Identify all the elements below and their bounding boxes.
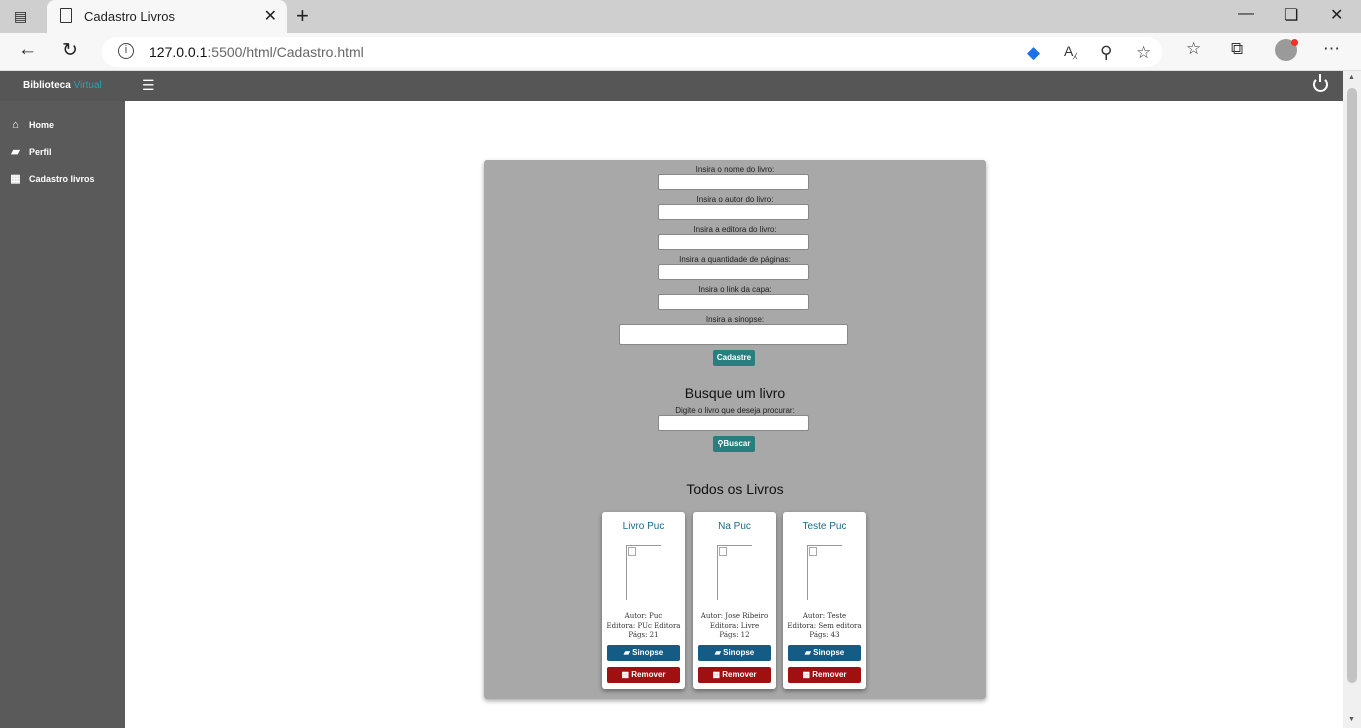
tag-icon[interactable]: ◆ — [1027, 43, 1040, 63]
sidebar-item-label: Perfil — [29, 146, 52, 157]
address-bar-row: ← ↻ i 127.0.0.1:5500/html/Cadastro.html … — [0, 33, 1361, 71]
trash-icon: ▩ — [712, 670, 721, 679]
sidebar-item-label: Cadastro livros — [29, 173, 95, 184]
sidebar: ⌂ Home ▰ Perfil ▦ Cadastro livros — [0, 101, 125, 728]
scroll-thumb[interactable] — [1347, 88, 1357, 683]
author-input[interactable] — [658, 204, 809, 220]
book-title: Teste Puc — [802, 521, 847, 532]
top-navbar: Biblioteca Virtual ☰ — [0, 71, 1343, 101]
book-cover-image — [626, 545, 661, 600]
minimize-icon[interactable]: — — [1238, 5, 1254, 23]
synopsis-input[interactable] — [619, 324, 848, 345]
name-label: Insira o nome do livro: — [695, 165, 775, 174]
home-icon: ⌂ — [12, 119, 19, 131]
book-cover-image — [717, 545, 752, 600]
sidebar-item-cadastro-livros[interactable]: ▦ Cadastro livros — [10, 172, 95, 185]
table-icon: ▦ — [10, 173, 21, 185]
scroll-down-icon[interactable]: ▼ — [1348, 716, 1355, 723]
zoom-out-icon[interactable]: ⚲ — [1100, 43, 1112, 63]
search-button[interactable]: ⚲Buscar — [713, 436, 755, 452]
synopsis-button[interactable]: ▰ Sinopse — [607, 645, 680, 661]
sidebar-item-label: Home — [29, 120, 55, 130]
book-author: Autor: Jose Ribeiro — [700, 612, 769, 620]
synopsis-button[interactable]: ▰ Sinopse — [698, 645, 771, 661]
document-icon — [60, 8, 72, 23]
book-title: Na Puc — [718, 521, 751, 532]
publisher-input[interactable] — [658, 234, 809, 250]
scroll-up-icon[interactable]: ▲ — [1348, 74, 1355, 81]
info-icon[interactable]: i — [118, 43, 134, 59]
address-bar[interactable]: i 127.0.0.1:5500/html/Cadastro.html ◆ A⁁… — [102, 37, 1162, 67]
collections-icon[interactable]: ⧉ — [1231, 39, 1243, 59]
book-publisher: Editora: Sem editora — [787, 622, 862, 630]
tab-title: Cadastro Livros — [84, 9, 176, 24]
more-icon[interactable]: ⋯ — [1323, 39, 1340, 59]
pages-input[interactable] — [658, 264, 809, 280]
browser-tab-bar: ▤ Cadastro Livros ✕ + — ❏ ✕ — [0, 0, 1361, 33]
sidebar-item-home[interactable]: ⌂ Home — [10, 119, 54, 131]
trash-icon: ▩ — [802, 670, 811, 679]
book-icon: ▰ — [11, 146, 20, 158]
book-publisher: Editora: Livre — [709, 622, 760, 630]
book-pages: Págs: 21 — [628, 631, 659, 639]
book-author: Autor: Teste — [802, 612, 847, 620]
search-input[interactable] — [658, 415, 809, 431]
add-favorite-icon[interactable]: ☆ — [1136, 43, 1151, 63]
book-card: Livro Puc Autor: Puc Editora: PUc Editor… — [602, 512, 685, 689]
book-cover-image — [807, 545, 842, 600]
name-input[interactable] — [658, 174, 809, 190]
synopsis-label: Insira a sinopse: — [705, 315, 765, 324]
new-tab-icon[interactable]: + — [296, 3, 309, 29]
books-heading: Todos os Livros — [686, 481, 784, 497]
author-label: Insira o autor do livro: — [696, 195, 774, 204]
sidebar-item-perfil[interactable]: ▰ Perfil — [10, 145, 52, 158]
book-icon: ▰ — [714, 648, 721, 657]
remove-button[interactable]: ▩ Remover — [607, 667, 680, 683]
cover-input[interactable] — [658, 294, 809, 310]
tab-actions-icon[interactable]: ▤ — [14, 8, 32, 24]
publisher-label: Insira a editora do livro: — [693, 225, 777, 234]
book-publisher: Editora: PUc Editora — [606, 622, 681, 630]
book-author: Autor: Puc — [624, 612, 663, 620]
search-heading: Busque um livro — [684, 385, 786, 401]
brand-logo[interactable]: Biblioteca Virtual — [23, 80, 102, 91]
menu-icon[interactable]: ☰ — [142, 77, 155, 94]
book-pages: Págs: 12 — [719, 631, 750, 639]
window-close-icon[interactable]: ✕ — [1330, 5, 1343, 25]
trash-icon: ▩ — [621, 670, 630, 679]
back-icon[interactable]: ← — [18, 39, 37, 61]
browser-tab[interactable]: Cadastro Livros ✕ — [47, 0, 287, 33]
book-icon: ▰ — [804, 648, 811, 657]
close-icon[interactable]: ✕ — [264, 6, 277, 26]
favorites-icon[interactable]: ☆ — [1186, 39, 1201, 59]
remove-button[interactable]: ▩ Remover — [698, 667, 771, 683]
book-icon: ▰ — [623, 648, 630, 657]
book-pages: Págs: 43 — [809, 631, 840, 639]
book-card: Teste Puc Autor: Teste Editora: Sem edit… — [783, 512, 866, 689]
synopsis-button[interactable]: ▰ Sinopse — [788, 645, 861, 661]
book-title: Livro Puc — [622, 521, 665, 532]
restore-icon[interactable]: ❏ — [1284, 5, 1298, 25]
book-form-panel: Insira o nome do livro: Insira o autor d… — [484, 160, 986, 699]
refresh-icon[interactable]: ↻ — [62, 39, 78, 62]
cover-label: Insira o link da capa: — [698, 285, 772, 294]
search-label: Digite o livro que deseja procurar: — [675, 406, 795, 415]
remove-button[interactable]: ▩ Remover — [788, 667, 861, 683]
power-icon[interactable] — [1313, 74, 1328, 92]
read-aloud-icon[interactable]: A⁁ — [1064, 43, 1077, 60]
register-button[interactable]: Cadastre — [713, 350, 755, 366]
page-scrollbar[interactable]: ▲ ▼ — [1343, 71, 1361, 728]
url-text: 127.0.0.1:5500/html/Cadastro.html — [149, 44, 364, 60]
pages-label: Insira a quantidade de páginas: — [679, 255, 791, 264]
notification-dot — [1291, 39, 1298, 46]
book-card: Na Puc Autor: Jose Ribeiro Editora: Livr… — [693, 512, 776, 689]
